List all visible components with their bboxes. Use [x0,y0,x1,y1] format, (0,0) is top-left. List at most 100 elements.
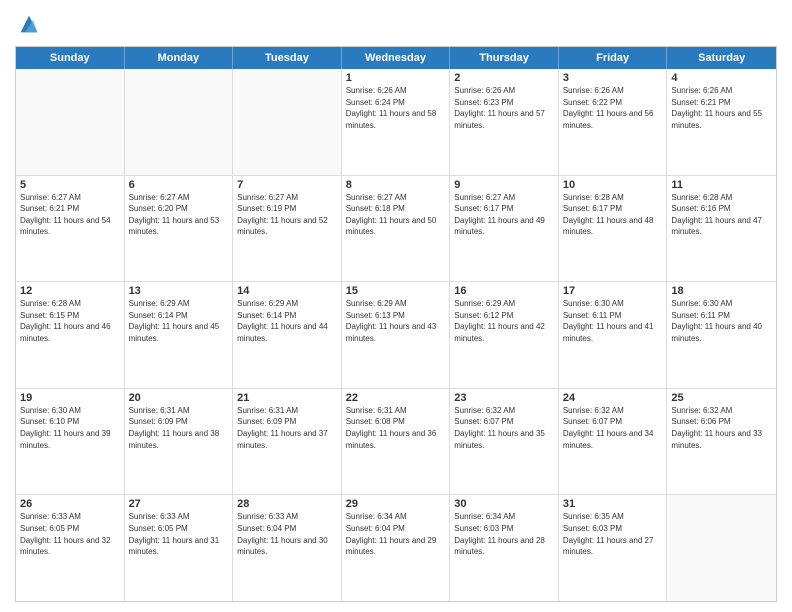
week-row-3: 12Sunrise: 6:28 AMSunset: 6:15 PMDayligh… [16,282,776,389]
day-cell-12: 12Sunrise: 6:28 AMSunset: 6:15 PMDayligh… [16,282,125,388]
day-info: Sunrise: 6:34 AMSunset: 6:03 PMDaylight:… [454,511,554,557]
day-cell-22: 22Sunrise: 6:31 AMSunset: 6:08 PMDayligh… [342,389,451,495]
calendar-header: SundayMondayTuesdayWednesdayThursdayFrid… [16,47,776,69]
day-of-week-thursday: Thursday [450,47,559,69]
day-info: Sunrise: 6:27 AMSunset: 6:21 PMDaylight:… [20,192,120,238]
day-number: 9 [454,179,554,191]
day-number: 24 [563,392,663,404]
day-number: 16 [454,285,554,297]
week-row-4: 19Sunrise: 6:30 AMSunset: 6:10 PMDayligh… [16,389,776,496]
day-number: 18 [671,285,772,297]
day-cell-31: 31Sunrise: 6:35 AMSunset: 6:03 PMDayligh… [559,495,668,601]
day-number: 10 [563,179,663,191]
day-cell-10: 10Sunrise: 6:28 AMSunset: 6:17 PMDayligh… [559,176,668,282]
day-number: 4 [671,72,772,84]
day-number: 12 [20,285,120,297]
day-number: 1 [346,72,446,84]
day-info: Sunrise: 6:33 AMSunset: 6:05 PMDaylight:… [20,511,120,557]
day-info: Sunrise: 6:26 AMSunset: 6:21 PMDaylight:… [671,85,772,131]
day-cell-13: 13Sunrise: 6:29 AMSunset: 6:14 PMDayligh… [125,282,234,388]
day-info: Sunrise: 6:28 AMSunset: 6:15 PMDaylight:… [20,298,120,344]
day-of-week-sunday: Sunday [16,47,125,69]
day-info: Sunrise: 6:29 AMSunset: 6:12 PMDaylight:… [454,298,554,344]
day-cell-15: 15Sunrise: 6:29 AMSunset: 6:13 PMDayligh… [342,282,451,388]
day-info: Sunrise: 6:27 AMSunset: 6:17 PMDaylight:… [454,192,554,238]
day-number: 6 [129,179,229,191]
day-info: Sunrise: 6:30 AMSunset: 6:11 PMDaylight:… [563,298,663,344]
day-cell-27: 27Sunrise: 6:33 AMSunset: 6:05 PMDayligh… [125,495,234,601]
day-cell-20: 20Sunrise: 6:31 AMSunset: 6:09 PMDayligh… [125,389,234,495]
day-cell-19: 19Sunrise: 6:30 AMSunset: 6:10 PMDayligh… [16,389,125,495]
day-number: 23 [454,392,554,404]
day-cell-1: 1Sunrise: 6:26 AMSunset: 6:24 PMDaylight… [342,69,451,175]
day-info: Sunrise: 6:35 AMSunset: 6:03 PMDaylight:… [563,511,663,557]
day-cell-25: 25Sunrise: 6:32 AMSunset: 6:06 PMDayligh… [667,389,776,495]
day-cell-11: 11Sunrise: 6:28 AMSunset: 6:16 PMDayligh… [667,176,776,282]
day-number: 19 [20,392,120,404]
day-of-week-monday: Monday [125,47,234,69]
day-info: Sunrise: 6:33 AMSunset: 6:04 PMDaylight:… [237,511,337,557]
day-number: 5 [20,179,120,191]
day-info: Sunrise: 6:26 AMSunset: 6:24 PMDaylight:… [346,85,446,131]
week-row-1: 1Sunrise: 6:26 AMSunset: 6:24 PMDaylight… [16,69,776,176]
header [15,10,777,38]
day-cell-4: 4Sunrise: 6:26 AMSunset: 6:21 PMDaylight… [667,69,776,175]
day-of-week-wednesday: Wednesday [342,47,451,69]
day-number: 30 [454,498,554,510]
day-number: 28 [237,498,337,510]
day-cell-17: 17Sunrise: 6:30 AMSunset: 6:11 PMDayligh… [559,282,668,388]
day-number: 20 [129,392,229,404]
day-cell-2: 2Sunrise: 6:26 AMSunset: 6:23 PMDaylight… [450,69,559,175]
day-cell-5: 5Sunrise: 6:27 AMSunset: 6:21 PMDaylight… [16,176,125,282]
day-of-week-tuesday: Tuesday [233,47,342,69]
day-cell-18: 18Sunrise: 6:30 AMSunset: 6:11 PMDayligh… [667,282,776,388]
day-info: Sunrise: 6:31 AMSunset: 6:08 PMDaylight:… [346,405,446,451]
day-info: Sunrise: 6:29 AMSunset: 6:13 PMDaylight:… [346,298,446,344]
day-cell-26: 26Sunrise: 6:33 AMSunset: 6:05 PMDayligh… [16,495,125,601]
day-cell-21: 21Sunrise: 6:31 AMSunset: 6:09 PMDayligh… [233,389,342,495]
day-info: Sunrise: 6:31 AMSunset: 6:09 PMDaylight:… [129,405,229,451]
day-number: 3 [563,72,663,84]
day-number: 25 [671,392,772,404]
day-cell-6: 6Sunrise: 6:27 AMSunset: 6:20 PMDaylight… [125,176,234,282]
day-cell-9: 9Sunrise: 6:27 AMSunset: 6:17 PMDaylight… [450,176,559,282]
logo-icon [15,10,43,38]
day-cell-24: 24Sunrise: 6:32 AMSunset: 6:07 PMDayligh… [559,389,668,495]
day-number: 14 [237,285,337,297]
day-cell-23: 23Sunrise: 6:32 AMSunset: 6:07 PMDayligh… [450,389,559,495]
empty-cell [667,495,776,601]
day-number: 11 [671,179,772,191]
calendar: SundayMondayTuesdayWednesdayThursdayFrid… [15,46,777,602]
day-number: 21 [237,392,337,404]
day-info: Sunrise: 6:29 AMSunset: 6:14 PMDaylight:… [129,298,229,344]
day-number: 27 [129,498,229,510]
day-cell-28: 28Sunrise: 6:33 AMSunset: 6:04 PMDayligh… [233,495,342,601]
empty-cell [125,69,234,175]
day-info: Sunrise: 6:31 AMSunset: 6:09 PMDaylight:… [237,405,337,451]
empty-cell [16,69,125,175]
day-info: Sunrise: 6:26 AMSunset: 6:23 PMDaylight:… [454,85,554,131]
page: SundayMondayTuesdayWednesdayThursdayFrid… [0,0,792,612]
day-info: Sunrise: 6:32 AMSunset: 6:06 PMDaylight:… [671,405,772,451]
day-info: Sunrise: 6:34 AMSunset: 6:04 PMDaylight:… [346,511,446,557]
day-cell-30: 30Sunrise: 6:34 AMSunset: 6:03 PMDayligh… [450,495,559,601]
day-info: Sunrise: 6:33 AMSunset: 6:05 PMDaylight:… [129,511,229,557]
day-number: 15 [346,285,446,297]
day-number: 29 [346,498,446,510]
calendar-body: 1Sunrise: 6:26 AMSunset: 6:24 PMDaylight… [16,69,776,601]
day-info: Sunrise: 6:30 AMSunset: 6:11 PMDaylight:… [671,298,772,344]
day-number: 17 [563,285,663,297]
logo [15,10,47,38]
day-info: Sunrise: 6:29 AMSunset: 6:14 PMDaylight:… [237,298,337,344]
day-of-week-friday: Friday [559,47,668,69]
day-info: Sunrise: 6:32 AMSunset: 6:07 PMDaylight:… [563,405,663,451]
day-number: 31 [563,498,663,510]
week-row-2: 5Sunrise: 6:27 AMSunset: 6:21 PMDaylight… [16,176,776,283]
day-info: Sunrise: 6:32 AMSunset: 6:07 PMDaylight:… [454,405,554,451]
day-number: 26 [20,498,120,510]
day-cell-3: 3Sunrise: 6:26 AMSunset: 6:22 PMDaylight… [559,69,668,175]
day-number: 7 [237,179,337,191]
week-row-5: 26Sunrise: 6:33 AMSunset: 6:05 PMDayligh… [16,495,776,601]
day-number: 8 [346,179,446,191]
day-cell-7: 7Sunrise: 6:27 AMSunset: 6:19 PMDaylight… [233,176,342,282]
